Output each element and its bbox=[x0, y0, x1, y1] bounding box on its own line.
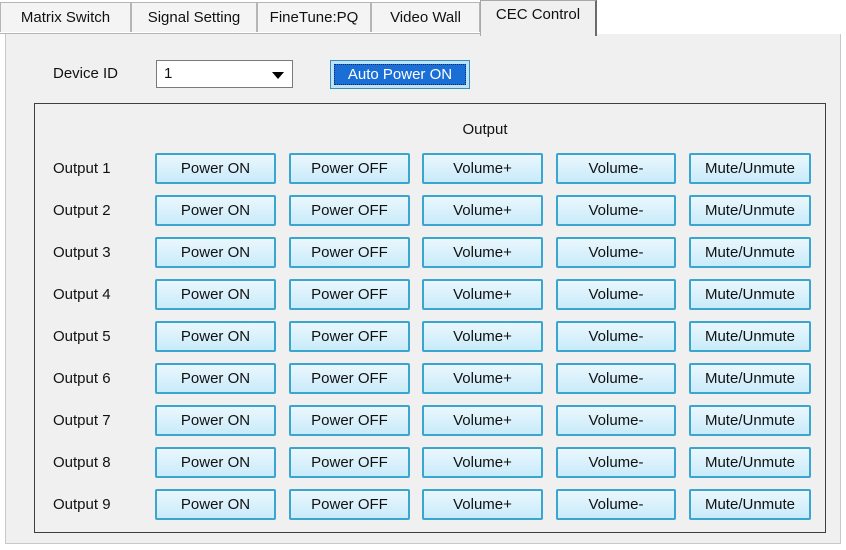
volume-up-button[interactable]: Volume+ bbox=[422, 153, 543, 184]
tab-cec-control[interactable]: CEC Control bbox=[480, 0, 597, 36]
power-off-button[interactable]: Power OFF bbox=[289, 489, 410, 520]
power-on-button[interactable]: Power ON bbox=[155, 153, 276, 184]
mute-unmute-button[interactable]: Mute/Unmute bbox=[689, 321, 811, 352]
mute-unmute-button[interactable]: Mute/Unmute bbox=[689, 489, 811, 520]
volume-up-button[interactable]: Volume+ bbox=[422, 195, 543, 226]
output-row-label: Output 7 bbox=[53, 412, 111, 429]
output-row-label: Output 6 bbox=[53, 370, 111, 387]
chevron-down-icon bbox=[272, 72, 284, 79]
power-off-button[interactable]: Power OFF bbox=[289, 405, 410, 436]
tab-finetune-pq[interactable]: FineTune:PQ bbox=[257, 2, 371, 32]
volume-up-button[interactable]: Volume+ bbox=[422, 447, 543, 478]
auto-power-on-button[interactable]: Auto Power ON bbox=[330, 60, 470, 89]
power-on-button[interactable]: Power ON bbox=[155, 447, 276, 478]
power-off-button[interactable]: Power OFF bbox=[289, 321, 410, 352]
mute-unmute-button[interactable]: Mute/Unmute bbox=[689, 279, 811, 310]
volume-down-button[interactable]: Volume- bbox=[556, 321, 676, 352]
output-row-label: Output 4 bbox=[53, 286, 111, 303]
volume-up-button[interactable]: Volume+ bbox=[422, 363, 543, 394]
volume-up-button[interactable]: Volume+ bbox=[422, 279, 543, 310]
volume-up-button[interactable]: Volume+ bbox=[422, 405, 543, 436]
power-off-button[interactable]: Power OFF bbox=[289, 237, 410, 268]
tab-matrix-switch[interactable]: Matrix Switch bbox=[0, 2, 131, 32]
device-id-value: 1 bbox=[164, 65, 173, 82]
tab-bar: Matrix Switch Signal Setting FineTune:PQ… bbox=[0, 0, 846, 36]
power-on-button[interactable]: Power ON bbox=[155, 321, 276, 352]
volume-down-button[interactable]: Volume- bbox=[556, 447, 676, 478]
volume-down-button[interactable]: Volume- bbox=[556, 363, 676, 394]
output-row-label: Output 5 bbox=[53, 328, 111, 345]
volume-up-button[interactable]: Volume+ bbox=[422, 237, 543, 268]
mute-unmute-button[interactable]: Mute/Unmute bbox=[689, 153, 811, 184]
output-row-label: Output 8 bbox=[53, 454, 111, 471]
output-row-label: Output 3 bbox=[53, 244, 111, 261]
mute-unmute-button[interactable]: Mute/Unmute bbox=[689, 195, 811, 226]
auto-power-on-label: Auto Power ON bbox=[334, 64, 466, 85]
power-off-button[interactable]: Power OFF bbox=[289, 153, 410, 184]
output-row-label: Output 2 bbox=[53, 202, 111, 219]
volume-down-button[interactable]: Volume- bbox=[556, 489, 676, 520]
power-off-button[interactable]: Power OFF bbox=[289, 279, 410, 310]
volume-down-button[interactable]: Volume- bbox=[556, 153, 676, 184]
output-row-label: Output 9 bbox=[53, 496, 111, 513]
tab-video-wall[interactable]: Video Wall bbox=[371, 2, 480, 32]
power-on-button[interactable]: Power ON bbox=[155, 363, 276, 394]
power-off-button[interactable]: Power OFF bbox=[289, 447, 410, 478]
cec-control-window: Matrix Switch Signal Setting FineTune:PQ… bbox=[0, 0, 846, 550]
output-group-heading: Output bbox=[462, 121, 508, 138]
device-id-select[interactable]: 1 bbox=[156, 60, 293, 88]
mute-unmute-button[interactable]: Mute/Unmute bbox=[689, 405, 811, 436]
power-on-button[interactable]: Power ON bbox=[155, 237, 276, 268]
mute-unmute-button[interactable]: Mute/Unmute bbox=[689, 447, 811, 478]
power-off-button[interactable]: Power OFF bbox=[289, 363, 410, 394]
volume-down-button[interactable]: Volume- bbox=[556, 279, 676, 310]
power-on-button[interactable]: Power ON bbox=[155, 195, 276, 226]
volume-down-button[interactable]: Volume- bbox=[556, 405, 676, 436]
device-id-label: Device ID bbox=[53, 65, 119, 82]
tab-signal-setting[interactable]: Signal Setting bbox=[131, 2, 257, 32]
mute-unmute-button[interactable]: Mute/Unmute bbox=[689, 237, 811, 268]
volume-up-button[interactable]: Volume+ bbox=[422, 321, 543, 352]
mute-unmute-button[interactable]: Mute/Unmute bbox=[689, 363, 811, 394]
power-on-button[interactable]: Power ON bbox=[155, 489, 276, 520]
power-on-button[interactable]: Power ON bbox=[155, 279, 276, 310]
volume-up-button[interactable]: Volume+ bbox=[422, 489, 543, 520]
power-on-button[interactable]: Power ON bbox=[155, 405, 276, 436]
volume-down-button[interactable]: Volume- bbox=[556, 237, 676, 268]
volume-down-button[interactable]: Volume- bbox=[556, 195, 676, 226]
output-row-label: Output 1 bbox=[53, 160, 111, 177]
power-off-button[interactable]: Power OFF bbox=[289, 195, 410, 226]
